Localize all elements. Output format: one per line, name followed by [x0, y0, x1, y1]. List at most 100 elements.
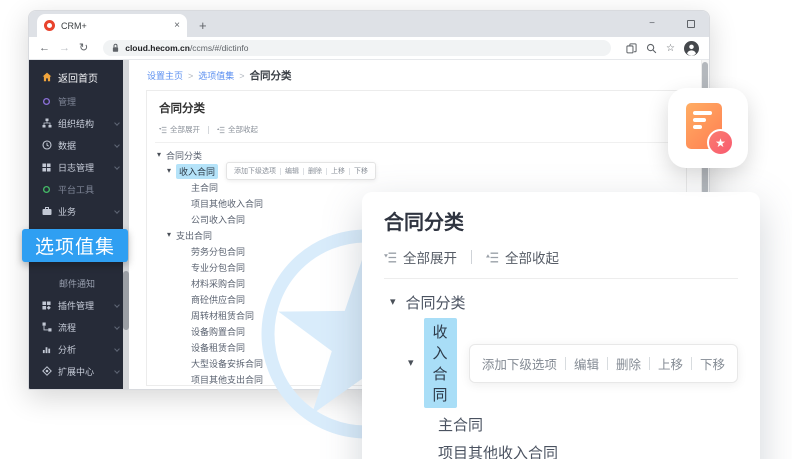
breadcrumb-option-set[interactable]: 选项值集: [198, 69, 234, 82]
action-edit[interactable]: 编辑: [574, 354, 599, 373]
sidebar-item-analytics[interactable]: 分析: [29, 338, 129, 360]
sidebar-item-label: 插件管理: [58, 299, 94, 312]
lock-icon: [111, 43, 120, 53]
node-action-menu: 添加下级选项编辑删除上移下移: [469, 344, 738, 383]
sidebar-item-mail-notify[interactable]: 邮件通知: [29, 272, 129, 294]
sidebar-item-label: 组织结构: [58, 117, 94, 130]
forward-icon[interactable]: →: [59, 43, 70, 54]
tree-node[interactable]: 项目其他收入合同: [191, 197, 263, 210]
page: CRM+ × + − ← → ↻ cloud.hecom.cn /ccms/#/…: [0, 0, 792, 459]
search-icon[interactable]: [646, 43, 657, 54]
sidebar-section-manage: 管理: [29, 90, 129, 112]
tab-title: CRM+: [61, 21, 170, 31]
sidebar-item-label: 日志管理: [58, 161, 94, 174]
tree-node[interactable]: 周转材租赁合同: [191, 309, 254, 322]
bookmark-star-icon[interactable]: ☆: [666, 43, 675, 54]
action-delete[interactable]: 删除: [616, 354, 641, 373]
page-title: 合同分类: [155, 100, 678, 116]
browser-tab[interactable]: CRM+ ×: [37, 14, 187, 37]
briefcase-icon: [41, 206, 52, 216]
tree-node[interactable]: 项目其他收入合同: [438, 444, 558, 459]
action-move-down[interactable]: 下移: [700, 354, 725, 373]
expand-all-label: 全部展开: [403, 247, 457, 267]
chevron-down-icon: [114, 346, 120, 352]
expand-arrow-icon[interactable]: ▾: [167, 167, 171, 175]
tree-node[interactable]: 劳务分包合同: [191, 245, 245, 258]
url-path: /ccms/#/dictinfo: [190, 43, 249, 53]
action-move-up[interactable]: 上移: [331, 166, 345, 176]
sidebar-item-home[interactable]: 返回首页: [29, 64, 129, 90]
collapse-all-button[interactable]: 全部收起: [217, 124, 258, 135]
refresh-icon[interactable]: ↻: [79, 43, 88, 54]
expand-arrow-icon[interactable]: ▾: [157, 151, 161, 159]
maximize-button[interactable]: [687, 20, 695, 28]
tree-node[interactable]: 主合同: [438, 416, 483, 436]
back-icon[interactable]: ←: [39, 43, 50, 54]
tree-node[interactable]: 商砼供应合同: [191, 293, 245, 306]
breadcrumb: 设置主页 > 选项值集 > 合同分类: [129, 60, 709, 83]
tree-node[interactable]: 设备购置合同: [191, 325, 245, 338]
tree-node[interactable]: 专业分包合同: [191, 261, 245, 274]
expand-center-icon: [41, 366, 52, 376]
chevron-down-icon: [114, 120, 120, 126]
expand-all-icon: [384, 251, 397, 264]
tree-node[interactable]: 公司收入合同: [191, 213, 245, 226]
breadcrumb-separator: >: [239, 71, 244, 81]
sidebar-item-data[interactable]: 数据: [29, 134, 129, 156]
divider: [155, 142, 678, 143]
expand-all-button[interactable]: 全部展开: [159, 124, 200, 135]
expand-arrow-icon[interactable]: ▾: [390, 297, 396, 308]
tree-node-income-selected[interactable]: 收入合同: [424, 318, 457, 408]
clock-icon: [41, 140, 52, 150]
address-bar[interactable]: cloud.hecom.cn /ccms/#/dictinfo: [103, 40, 611, 56]
tree-node[interactable]: 主合同: [191, 181, 218, 194]
breadcrumb-settings-home[interactable]: 设置主页: [147, 69, 183, 82]
tab-close-icon[interactable]: ×: [174, 20, 180, 31]
action-edit[interactable]: 编辑: [285, 166, 299, 176]
chevron-down-icon: [114, 368, 120, 374]
expand-all-button[interactable]: 全部展开: [384, 247, 457, 267]
minimize-button[interactable]: −: [649, 19, 655, 29]
action-move-down[interactable]: 下移: [354, 166, 368, 176]
expand-arrow-icon[interactable]: ▾: [408, 358, 414, 369]
avatar-icon[interactable]: [684, 41, 699, 56]
action-add-child[interactable]: 添加下级选项: [234, 166, 276, 176]
sidebar-item-plugins[interactable]: 插件管理: [29, 294, 129, 316]
tree-node[interactable]: 公司支出合同: [191, 389, 245, 391]
tree-node-expense[interactable]: 支出合同: [176, 229, 212, 242]
doc-star-icon: ★: [686, 103, 722, 149]
sidebar-item-extension-center[interactable]: 扩展中心: [29, 360, 129, 382]
sidebar-item-logs[interactable]: 日志管理: [29, 156, 129, 178]
tree-node[interactable]: 设备租赁合同: [191, 341, 245, 354]
home-icon: [41, 72, 52, 82]
pages-icon[interactable]: [626, 43, 637, 54]
plugin-icon: [41, 301, 52, 310]
action-move-up[interactable]: 上移: [658, 354, 683, 373]
magnified-panel: 合同分类 全部展开 全部收起 ▾ 合同分类 ▾ 收入合同 添加下级选项编辑删除上…: [362, 192, 760, 459]
tree-node-income[interactable]: 收入合同: [176, 164, 218, 179]
sidebar-item-label: 分析: [58, 343, 76, 356]
contract-doc-badge: ★: [668, 88, 748, 168]
action-add-child[interactable]: 添加下级选项: [482, 354, 557, 373]
sidebar-item-workflow[interactable]: 流程: [29, 316, 129, 338]
sidebar-item-label: 数据: [58, 139, 76, 152]
chevron-down-icon: [114, 302, 120, 308]
collapse-all-button[interactable]: 全部收起: [486, 247, 559, 267]
chevron-down-icon: [114, 208, 120, 214]
sidebar-item-business[interactable]: 业务: [29, 200, 129, 222]
address-bar-row: ← → ↻ cloud.hecom.cn /ccms/#/dictinfo ☆: [29, 37, 709, 60]
action-delete[interactable]: 删除: [308, 166, 322, 176]
sidebar-section-platform: 平台工具: [29, 178, 129, 200]
expand-all-label: 全部展开: [170, 124, 200, 135]
tree-node-root[interactable]: 合同分类: [406, 292, 466, 313]
crm-logo-icon: [44, 20, 55, 31]
sidebar-item-org[interactable]: 组织结构: [29, 112, 129, 134]
expand-arrow-icon[interactable]: ▾: [167, 231, 171, 239]
tree-node[interactable]: 材料采购合同: [191, 277, 245, 290]
divider: [471, 250, 472, 264]
collapse-all-icon: [486, 251, 499, 264]
callout-option-set[interactable]: 选项值集: [22, 229, 128, 262]
new-tab-button[interactable]: +: [199, 18, 207, 33]
tree-node-root[interactable]: 合同分类: [166, 149, 202, 162]
url-domain: cloud.hecom.cn: [125, 43, 190, 53]
